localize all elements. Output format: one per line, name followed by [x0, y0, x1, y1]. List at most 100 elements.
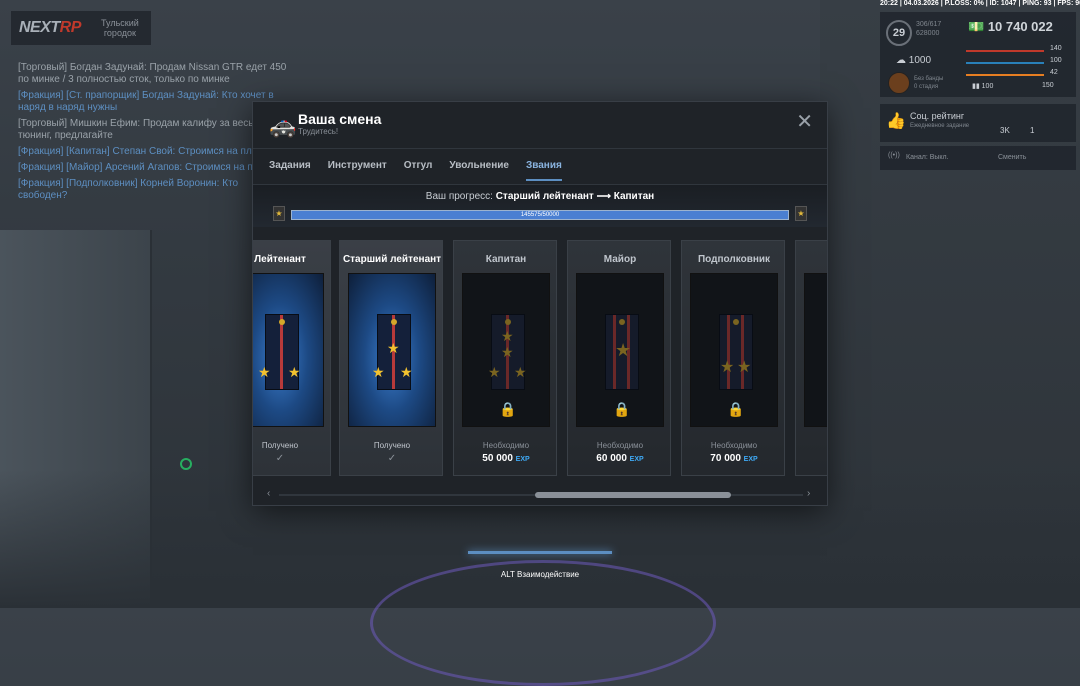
modal-title: Ваша смена [298, 111, 382, 127]
close-icon[interactable]: ✕ [796, 112, 813, 132]
rank-card[interactable]: Старший лейтенант ★ ★ ★ Получено ✓ [339, 240, 443, 476]
rank-card[interactable]: Майор ★ 🔒 Необходимо 60 000 EXP [567, 240, 671, 476]
star-icon: ★ [501, 328, 514, 344]
social-title: Соц. рейтинг [910, 111, 965, 121]
shoulder-board: ★ ★ ★ [372, 314, 413, 390]
chat-log: [Торговый] Богдан Задунай: Продам Nissan… [18, 62, 288, 206]
network-stats: 20:22 | 04.03.2026 | P.LOSS: 0% | ID: 10… [880, 0, 1080, 7]
star-icon: ★ [372, 364, 385, 380]
modal-subtitle: Трудитесь! [298, 127, 339, 136]
channel-switch-button[interactable]: Сменить [998, 154, 1026, 161]
tab-dayoff[interactable]: Отгул [404, 160, 433, 181]
lock-icon: 🔒 [727, 401, 745, 417]
rank-price: 70 000 EXP [710, 453, 758, 464]
channel-label: Канал: Выкл. [906, 154, 949, 161]
rank-card[interactable]: Капитан ★ ★ ★ ★ 🔒 Необходимо 50 000 EXP [453, 240, 557, 476]
modal-header: 🚓 Ваша смена Трудитесь! ✕ [253, 102, 827, 149]
rank-name: Старший лейтенант [342, 254, 442, 265]
rank-price: 60 000 EXP [596, 453, 644, 464]
chat-line: [Фракция] [Капитан] Степан Свой: Строимс… [18, 146, 269, 157]
shield-value: 150 [1042, 82, 1054, 89]
player-exp: 306/617 628000 [916, 21, 942, 37]
social-rating-panel[interactable]: 👍 Соц. рейтинг Ежедневное задание 3K 1 [880, 104, 1076, 142]
board-stripe [741, 315, 744, 389]
radio-icon: ((•)) [888, 152, 900, 159]
chat-line: [Торговый] Мишкин Ефим: Продам калифу за… [18, 118, 254, 141]
rank-name: Майор [603, 254, 637, 265]
scroll-left-icon[interactable]: ‹ [267, 488, 270, 499]
star-icon: ★ [488, 364, 501, 380]
interaction-hint: ALT Взаимодействие [500, 570, 580, 579]
chat-line: [Фракция] [Подполковник] Корней Воронин:… [18, 178, 239, 201]
board-button [619, 319, 625, 325]
chat-line: [Фракция] [Ст. прапорщик] Богдан Задунай… [18, 90, 274, 113]
rank-requirement-label: Необходимо [710, 441, 758, 450]
interaction-bar [468, 551, 612, 554]
avatar [888, 72, 910, 94]
tab-tools[interactable]: Инструмент [328, 160, 387, 181]
social-value: 3K [1000, 126, 1010, 135]
voice-channel[interactable]: ((•)) Канал: Выкл. Сменить [880, 146, 1076, 170]
board-button [505, 319, 511, 325]
star-icon: ★ [387, 340, 400, 356]
status-bars: 140 100 42 [966, 40, 1070, 86]
social-value: 1 [1030, 126, 1035, 135]
player-hud: 29 306/617 628000 💵 10 740 022 ☁ 1000 14… [880, 12, 1076, 97]
health-bar: 140 [966, 45, 1062, 52]
rank-insignia: ★ ★ ★ ★ 🔒 [462, 273, 550, 427]
rank-status: Получено [261, 441, 299, 450]
chat-line: [Торговый] Богдан Задунай: Продам Nissan… [18, 62, 287, 85]
rank-insignia: ★ ★ [253, 273, 324, 427]
star-icon: ★ [514, 364, 527, 380]
rank-insignia: ★ ★ ★ [348, 273, 436, 427]
star-icon: ★ [737, 359, 752, 376]
next-rank-icon: ★ [795, 206, 807, 221]
ranks-carousel[interactable]: Лейтенант ★ ★ Получено ✓ Старший лейтена… [253, 240, 827, 480]
armor-bar: 100 [966, 57, 1062, 64]
scroll-right-icon[interactable]: › [807, 488, 810, 499]
scroll-thumb[interactable] [535, 492, 731, 498]
current-rank-icon: ★ [273, 206, 285, 221]
rank-card[interactable] [795, 240, 827, 476]
board-stripe [280, 315, 283, 389]
rank-name: Капитан [485, 254, 527, 265]
player-cash: ☁ 1000 [896, 55, 932, 66]
shoulder-board: ★ [605, 314, 639, 390]
rank-name: Подполковник [697, 254, 771, 265]
tab-tasks[interactable]: Задания [269, 160, 311, 181]
tab-ranks[interactable]: Звания [525, 160, 562, 181]
server-logo: NEXTRP Тульский городок [11, 11, 151, 45]
star-icon: ★ [501, 344, 514, 360]
check-icon: ✓ [387, 453, 397, 464]
rank-name: Лейтенант [254, 254, 306, 265]
shoulder-board: ★ ★ ★ ★ [488, 314, 527, 390]
tab-dismissal[interactable]: Увольнение [449, 160, 509, 181]
police-car-icon: 🚓 [269, 113, 297, 138]
shoulder-board: ★ ★ [719, 314, 753, 390]
star-icon: ★ [720, 359, 735, 376]
lock-icon: 🔒 [499, 401, 517, 417]
logo-brand: NEXTRP [19, 19, 81, 36]
shoulder-board: ★ ★ [258, 314, 301, 390]
carousel-scrollbar[interactable]: ‹ › [267, 488, 813, 499]
social-subtitle: Ежедневное задание [910, 123, 970, 129]
check-icon: ✓ [275, 453, 285, 464]
logo-city: Тульский городок [101, 18, 139, 38]
gang-status: Без банды 0 стадия [914, 76, 944, 90]
lock-icon: 🔒 [613, 401, 631, 417]
progress-text: 145575/50000 [520, 212, 560, 218]
armor-value: ▮▮ 100 [972, 83, 994, 90]
board-button [391, 319, 397, 325]
rank-status: Получено [373, 441, 411, 450]
progress-label: Ваш прогресс: Старший лейтенант ⟶ Капита… [425, 191, 655, 202]
progress-bar: 145575/50000 [291, 210, 789, 220]
star-icon: ★ [615, 340, 632, 360]
player-money: 💵 10 740 022 [968, 19, 1053, 34]
board-button [733, 319, 739, 325]
rank-card[interactable]: Лейтенант ★ ★ Получено ✓ [253, 240, 331, 476]
minimap-marker-icon [180, 458, 192, 470]
rank-progress: Ваш прогресс: Старший лейтенант ⟶ Капита… [253, 185, 827, 227]
rank-requirement-label: Необходимо [482, 441, 530, 450]
rank-card[interactable]: Подполковник ★ ★ 🔒 Необходимо 70 000 EXP [681, 240, 785, 476]
rank-requirement-label: Необходимо [596, 441, 644, 450]
